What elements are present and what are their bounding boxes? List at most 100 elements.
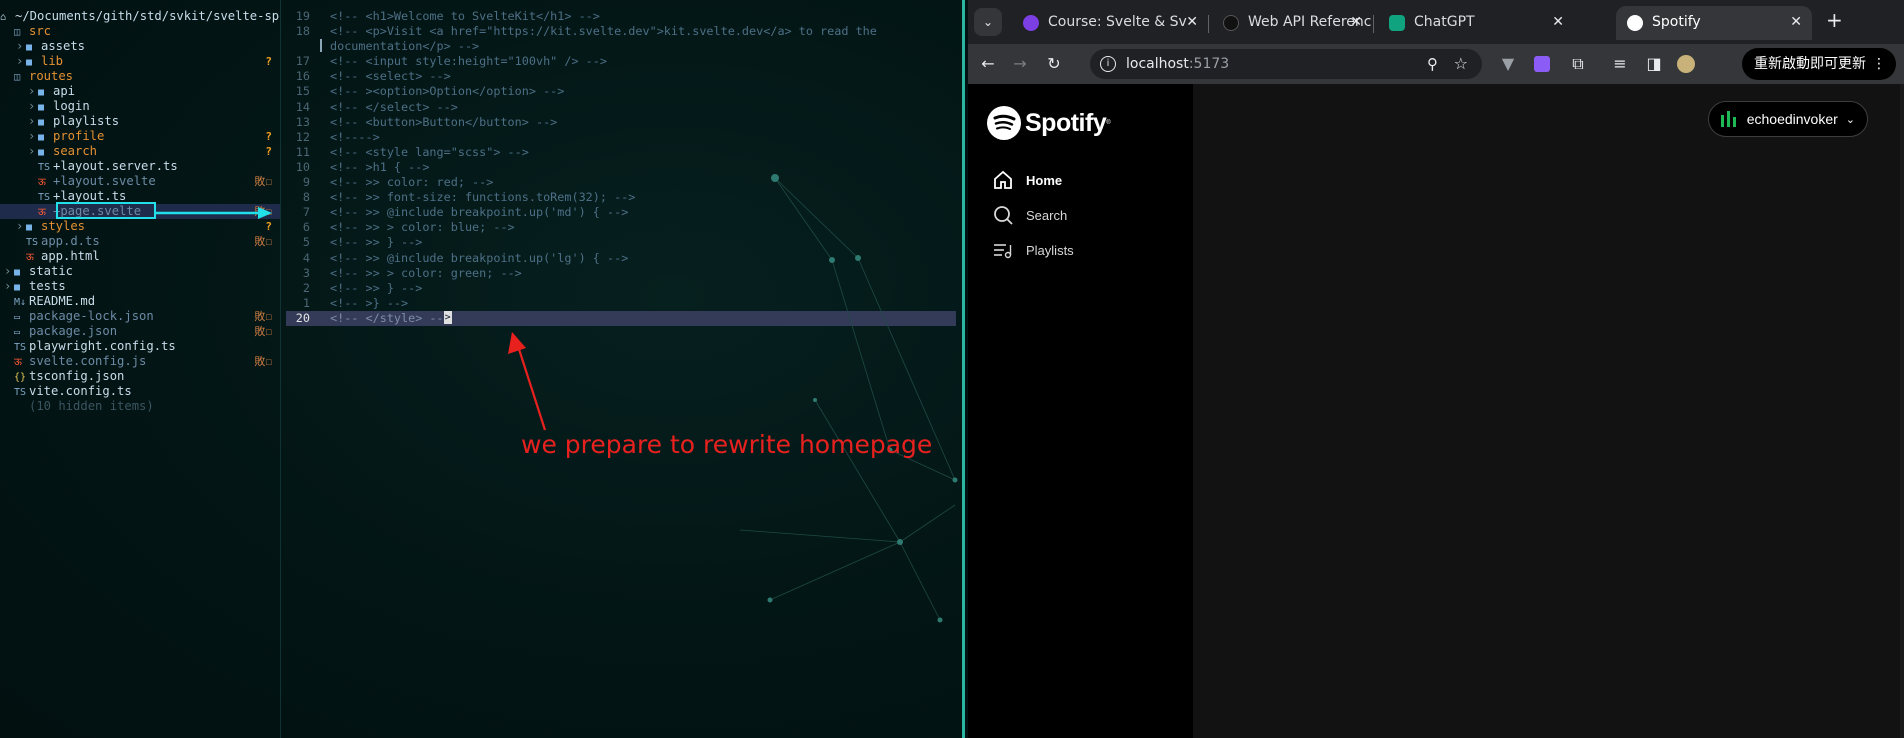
extension-vue-icon[interactable]: ▼ [1496, 52, 1520, 76]
nav-playlists[interactable]: Playlists [992, 238, 1074, 262]
tree-item[interactable]: › ■ lib? [0, 54, 280, 69]
extensions-puzzle-icon[interactable]: ⧉ [1566, 52, 1590, 76]
line-number: 16 [295, 69, 310, 84]
zoom-icon[interactable]: ⚲ [1427, 49, 1438, 79]
tree-item[interactable]: ऊ svelte.config.js 敗☐ [0, 354, 280, 369]
update-label: 重新啟動即可更新 [1754, 56, 1866, 72]
gutter [314, 296, 330, 311]
tree-item[interactable]: › ■ static [0, 264, 280, 279]
tab-search-button[interactable]: ⌄ [974, 8, 1002, 36]
tree-item-label: lib [41, 54, 64, 68]
file-type-icon: ■ [38, 102, 45, 113]
tree-item[interactable]: TS playwright.config.ts [0, 339, 280, 354]
update-button[interactable]: 重新啟動即可更新 ⋮ [1742, 48, 1896, 80]
chevron-right-icon: › [4, 279, 12, 293]
line-number: 17 [295, 54, 310, 69]
git-status-badge: 敗☐ [254, 175, 272, 188]
tree-item[interactable]: TS app.d.ts 敗☐ [0, 234, 280, 249]
tree-item[interactable]: ▭ package.json 敗☐ [0, 324, 280, 339]
line-number: 5 [302, 235, 310, 250]
file-type-icon: ▭ [14, 327, 21, 338]
tree-item[interactable]: {} tsconfig.json [0, 369, 280, 384]
file-type-icon: M↓ [14, 297, 27, 308]
code-line[interactable]: 12 <!----> [286, 130, 956, 145]
close-icon[interactable]: ✕ [1790, 6, 1802, 38]
code-text: <!-- <style lang="scss"> --> [330, 144, 529, 159]
editor-window: ⌂ ~/Documents/gith/std/svkit/svelte-spo ◫ s… [0, 0, 965, 738]
nav-search[interactable]: Search [992, 203, 1067, 227]
gutter [314, 266, 330, 281]
code-text: <!-- <button>Button</button> --> [330, 114, 558, 129]
code-line[interactable]: 16 <!-- <select> --> [286, 69, 956, 84]
line-number: 10 [295, 159, 310, 174]
tree-item[interactable]: › ■ profile? [0, 129, 280, 144]
tree-item-label: vite.config.ts [29, 384, 132, 398]
scrollbar-track[interactable] [1900, 84, 1904, 738]
reload-icon[interactable]: ↻ [1042, 52, 1066, 76]
code-line[interactable]: 14 <!-- </select> --> [286, 100, 956, 115]
spotify-logo[interactable]: Spotify ® [987, 106, 1111, 140]
tree-item[interactable]: ▭ package-lock.json 敗☐ [0, 309, 280, 324]
tab-web-api[interactable]: Web API Reference ✕ [1212, 6, 1372, 40]
tree-root[interactable]: ⌂ ~/Documents/gith/std/svkit/svelte-spo [0, 9, 280, 24]
user-menu-button[interactable]: echoedinvoker ⌄ [1707, 101, 1868, 137]
gutter [314, 251, 330, 266]
tree-item[interactable]: › ■ playlists [0, 114, 280, 129]
forward-icon[interactable]: → [1008, 52, 1032, 76]
url-host: localhost [1126, 56, 1189, 72]
tree-item-label: svelte.config.js [29, 354, 147, 368]
close-icon[interactable]: ✕ [1552, 6, 1564, 38]
nav-home[interactable]: Home [992, 168, 1062, 192]
extension-shield-icon[interactable] [1530, 52, 1554, 76]
code-line[interactable]: 13 <!-- <button>Button</button> --> [286, 115, 956, 130]
annotation-arrow [508, 332, 547, 431]
code-line[interactable]: 15 <!-- ><option>Option</option> --> [286, 84, 956, 99]
file-type-icon: ऊ [38, 207, 46, 218]
tree-item-label: +page.svelte [53, 204, 142, 218]
new-tab-button[interactable]: + [1826, 8, 1843, 32]
url-port: :5173 [1188, 56, 1230, 72]
back-icon[interactable]: ← [976, 52, 1000, 76]
tree-item[interactable]: › ■ search? [0, 144, 280, 159]
site-info-icon[interactable]: i [1100, 56, 1116, 72]
tree-item[interactable]: M↓ README.md [0, 294, 280, 309]
side-panel-icon[interactable]: ◨ [1642, 52, 1666, 76]
tree-item[interactable]: TS +layout.server.ts [0, 159, 280, 174]
code-line[interactable]: 17 <!-- <input style:height="100vh" /> --… [286, 54, 956, 69]
code-line[interactable]: documentation</p> --> [286, 39, 956, 54]
media-queue-icon[interactable]: ≡ [1608, 52, 1632, 76]
tab-spotify[interactable]: Spotify ✕ [1616, 6, 1812, 40]
code-line[interactable]: 18 <!-- <p>Visit <a href="https://kit.sve… [286, 24, 956, 39]
tree-item[interactable]: › ■ login [0, 99, 280, 114]
more-menu-icon[interactable]: ⋮ [1872, 48, 1886, 80]
line-number: 19 [295, 9, 310, 23]
tab-chatgpt[interactable]: ChatGPT ✕ [1378, 6, 1574, 40]
tree-item-label: app.html [41, 249, 100, 263]
tree-item[interactable]: (10 hidden items) [0, 399, 280, 414]
selection-arrow [154, 207, 272, 219]
line-number: 13 [295, 114, 310, 129]
tree-item[interactable]: › ■ tests [0, 279, 280, 294]
tree-item[interactable]: TS vite.config.ts [0, 384, 280, 399]
tree-item[interactable]: › ■ styles? [0, 219, 280, 234]
trademark-mark: ® [1106, 120, 1111, 126]
code-text: <!-- ><option>Option</option> --> [330, 84, 565, 99]
tab-course[interactable]: Course: Svelte & Sv ✕ [1012, 6, 1208, 40]
tree-item[interactable]: TS +layout.ts [0, 189, 280, 204]
tree-item[interactable]: ◫ routes [0, 69, 280, 84]
line-number: 4 [302, 250, 310, 265]
tree-item[interactable]: ऊ app.html [0, 249, 280, 264]
close-icon[interactable]: ✕ [1350, 6, 1362, 38]
git-status-badge: 敗☐ [254, 355, 272, 368]
tree-item[interactable]: ऊ +layout.svelte 敗☐ [0, 174, 280, 189]
close-icon[interactable]: ✕ [1186, 6, 1198, 38]
bookmark-star-icon[interactable]: ☆ [1454, 49, 1468, 79]
code-line[interactable]: 19 <!-- <h1>Welcome to SvelteKit</h1> --> [286, 9, 956, 24]
profile-avatar-icon[interactable] [1674, 52, 1698, 76]
tree-item[interactable]: › ■ api [0, 84, 280, 99]
code-text: <!-- >> } --> [330, 235, 423, 250]
address-bar[interactable]: i localhost:5173 ⚲ ☆ [1090, 49, 1482, 79]
tree-item[interactable]: › ■ assets [0, 39, 280, 54]
gutter [314, 281, 330, 296]
tree-item[interactable]: ◫ src [0, 24, 280, 39]
